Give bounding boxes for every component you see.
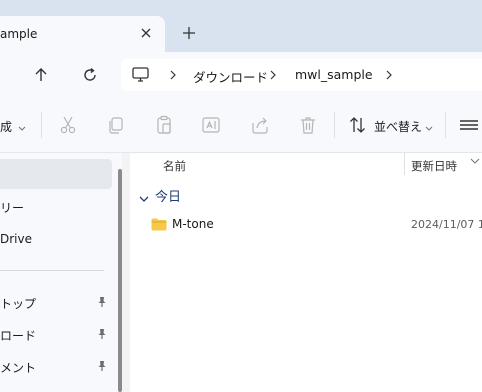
sidebar-item-onedrive[interactable]: Drive (0, 224, 112, 254)
cut-icon[interactable] (57, 114, 79, 136)
sidebar-divider (0, 270, 104, 271)
copy-icon[interactable] (105, 114, 127, 136)
command-bar: 成 並べ替え (0, 98, 482, 153)
chevron-down-icon[interactable] (425, 121, 433, 131)
close-icon[interactable] (137, 24, 155, 42)
toolbar-divider (445, 112, 446, 138)
sidebar-item-label: リー (0, 201, 25, 215)
chevron-right-icon[interactable] (383, 68, 395, 82)
sort-icon[interactable] (347, 114, 369, 136)
sidebar-item-gallery[interactable]: リー (0, 191, 112, 221)
view-list-icon[interactable] (458, 114, 480, 136)
chevron-down-icon[interactable] (18, 121, 26, 131)
chevron-right-icon (267, 68, 279, 82)
tab-active[interactable]: ample (0, 16, 165, 52)
rename-icon[interactable] (200, 114, 222, 136)
toolbar-divider (41, 112, 42, 138)
share-icon[interactable] (249, 114, 271, 136)
arrow-up-icon[interactable] (31, 65, 51, 85)
sidebar-item-label: トップ (0, 297, 37, 311)
list-item[interactable]: M-tone 2024/11/07 16 (130, 213, 482, 237)
sidebar-item-documents[interactable]: メント (0, 351, 112, 381)
pin-icon (96, 328, 108, 340)
column-header-modified[interactable]: 更新日時 (411, 158, 457, 174)
address-bar[interactable]: ダウンロード mwl_sample (121, 59, 482, 91)
navigation-pane: リー Drive トップ ロード メント (0, 153, 122, 392)
sidebar-item-desktop[interactable]: トップ (0, 287, 112, 317)
delete-icon[interactable] (297, 114, 319, 136)
new-button[interactable]: 成 (0, 118, 12, 135)
file-modified: 2024/11/07 16 (411, 218, 482, 231)
file-list: 名前 更新日時 今日 M-tone 2024/11/07 16 (130, 153, 482, 392)
paste-icon[interactable] (153, 114, 175, 136)
pin-icon (96, 296, 108, 308)
sidebar-scrollbar[interactable] (118, 169, 122, 392)
chevron-right-icon (167, 68, 179, 82)
sort-button[interactable]: 並べ替え (374, 118, 422, 135)
column-divider[interactable] (404, 153, 405, 175)
tab-title: ample (0, 27, 38, 41)
folder-icon (151, 218, 167, 231)
sidebar-item-label: メント (0, 361, 37, 375)
breadcrumb-item-downloads[interactable]: ダウンロード (193, 67, 268, 86)
chevron-down-icon (470, 153, 480, 164)
plus-icon[interactable] (180, 24, 198, 42)
chevron-down-icon[interactable] (139, 192, 149, 202)
group-header-today[interactable]: 今日 (155, 186, 181, 205)
navigation-bar: ダウンロード mwl_sample (0, 52, 482, 98)
sidebar-item-label: Drive (0, 232, 32, 246)
sidebar-item-downloads[interactable]: ロード (0, 319, 112, 349)
sidebar-item-home[interactable] (0, 159, 112, 189)
file-name: M-tone (172, 217, 214, 231)
pin-icon (96, 360, 108, 372)
refresh-icon[interactable] (80, 65, 100, 85)
sidebar-item-label: ロード (0, 329, 37, 343)
breadcrumb-item-mwl-sample[interactable]: mwl_sample (295, 67, 373, 82)
column-header-name[interactable]: 名前 (163, 158, 186, 174)
toolbar-divider (334, 112, 335, 138)
title-bar: ample (0, 0, 482, 52)
monitor-icon[interactable] (131, 66, 151, 84)
